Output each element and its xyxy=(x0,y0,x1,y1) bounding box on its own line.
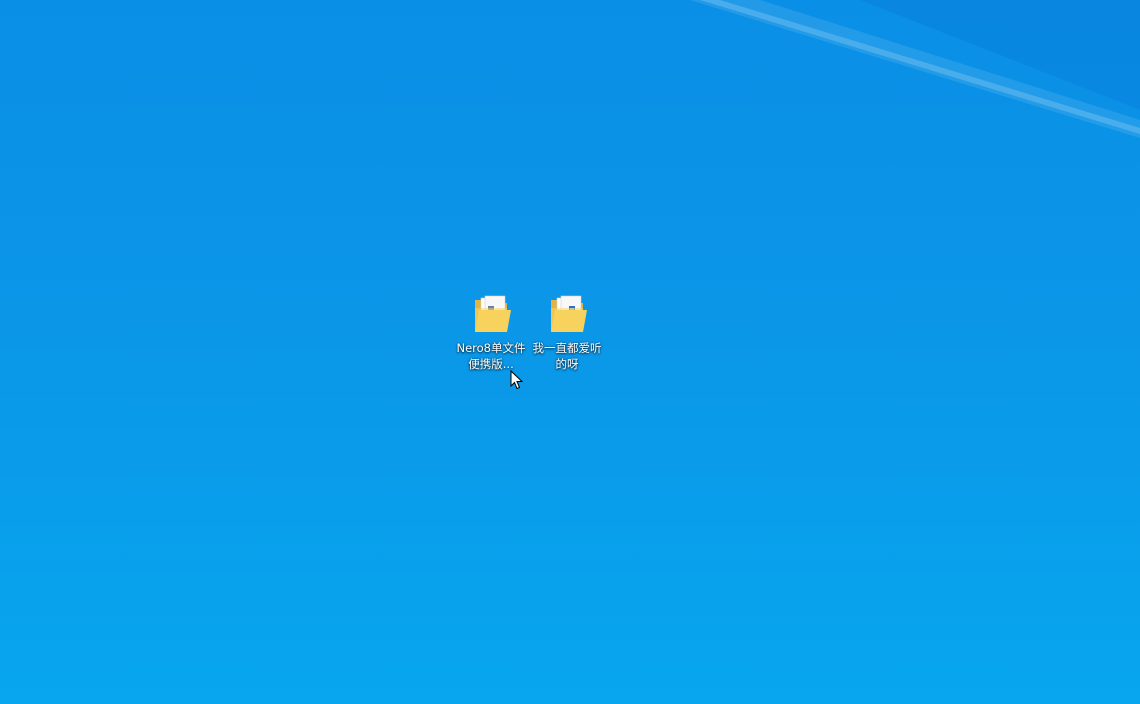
folder-icon xyxy=(551,295,587,332)
desktop-background[interactable]: Nero8单文件便携版... 我一直都爱听的呀 xyxy=(0,0,1140,704)
desktop-icon-nero8-folder[interactable]: Nero8单文件便携版... xyxy=(456,292,526,372)
mouse-cursor-icon xyxy=(510,370,524,390)
folder-icon xyxy=(475,295,511,332)
desktop-icon-label: 我一直都爱听的呀 xyxy=(532,341,602,371)
desktop-icon-label: Nero8单文件便携版... xyxy=(456,341,526,371)
desktop-icon-music-folder[interactable]: 我一直都爱听的呀 xyxy=(532,292,602,372)
